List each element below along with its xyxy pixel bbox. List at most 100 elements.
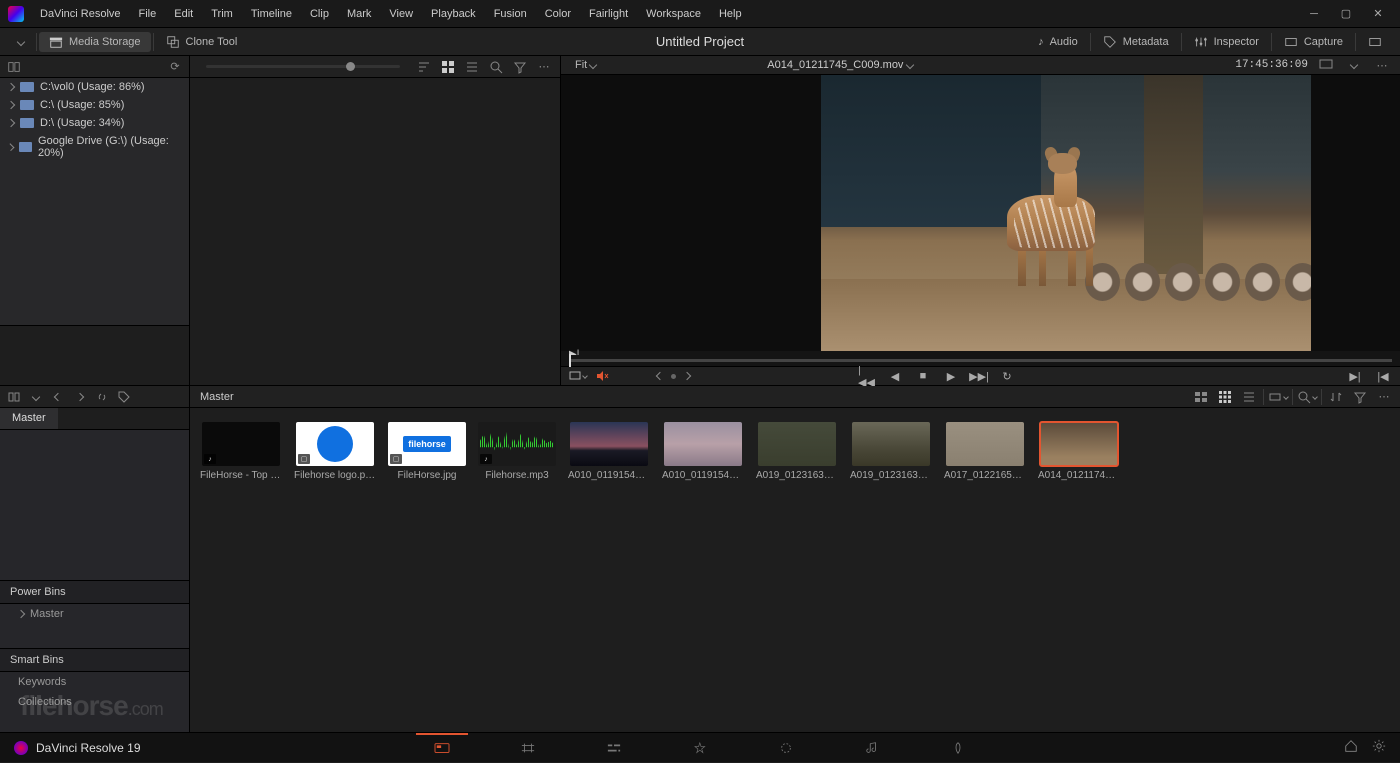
fairlight-page-tab[interactable] — [829, 733, 915, 763]
pool-aspect-button[interactable] — [1268, 388, 1288, 406]
fusion-page-tab[interactable] — [657, 733, 743, 763]
deliver-page-tab[interactable] — [915, 733, 1001, 763]
clip-0[interactable]: ♪FileHorse - Top 5 -... — [200, 422, 282, 481]
grid-view-button[interactable] — [438, 58, 458, 76]
titlebar: DaVinci ResolveFileEditTrimTimelineClipM… — [0, 0, 1400, 28]
menu-playback[interactable]: Playback — [423, 4, 484, 24]
menu-mark[interactable]: Mark — [339, 4, 379, 24]
home-button[interactable] — [1344, 739, 1358, 756]
clip-4[interactable]: A010_01191542_C... — [568, 422, 650, 481]
color-icon — [776, 741, 796, 755]
nav-back-button[interactable] — [48, 388, 68, 406]
cut-page-tab[interactable] — [485, 733, 571, 763]
clone-tool-button[interactable]: Clone Tool — [156, 32, 248, 52]
color-page-tab[interactable] — [743, 733, 829, 763]
clip-3[interactable]: ♪Filehorse.mp3 — [478, 422, 556, 481]
viewer-canvas[interactable] — [561, 75, 1400, 351]
pool-view1-button[interactable] — [1191, 388, 1211, 406]
clip-8[interactable]: A017_01221659_C... — [944, 422, 1026, 481]
clip-9[interactable]: A014_01211745_C... — [1038, 422, 1120, 481]
stop-button[interactable]: ■ — [914, 367, 932, 385]
menu-trim[interactable]: Trim — [203, 4, 241, 24]
panel-toggle-button[interactable] — [8, 36, 34, 48]
settings-button[interactable] — [1372, 739, 1386, 756]
menu-help[interactable]: Help — [711, 4, 750, 24]
media-page-tab[interactable] — [399, 733, 485, 763]
pool-search-button[interactable] — [1297, 388, 1317, 406]
clip-1[interactable]: ▢Filehorse logo.png — [294, 422, 376, 481]
viewer-clip-name[interactable]: A014_01211745_C009.mov — [767, 59, 913, 71]
clip-6[interactable]: A019_01231637_C... — [756, 422, 838, 481]
audio-panel-button[interactable]: ♪Audio — [1028, 33, 1088, 51]
go-first-button[interactable]: |◀◀ — [858, 367, 876, 385]
sort-button[interactable] — [414, 58, 434, 76]
menu-clip[interactable]: Clip — [302, 4, 337, 24]
tag-icon — [117, 390, 131, 404]
inspector-panel-button[interactable]: Inspector — [1184, 32, 1269, 52]
search-button[interactable] — [486, 58, 506, 76]
storage-drive-3[interactable]: Google Drive (G:\) (Usage: 20%) — [0, 132, 189, 162]
tab-master[interactable]: Master — [0, 408, 58, 429]
bin-dropdown[interactable] — [26, 388, 46, 406]
mark-in-button[interactable]: ▶| — [1346, 367, 1364, 385]
expand-button[interactable] — [1358, 32, 1392, 52]
storage-drive-2[interactable]: D:\ (Usage: 34%) — [0, 114, 189, 132]
menu-workspace[interactable]: Workspace — [638, 4, 709, 24]
jog-control[interactable] — [657, 373, 690, 379]
menu-fusion[interactable]: Fusion — [486, 4, 535, 24]
smart-bin-keywords[interactable]: Keywords — [0, 672, 189, 692]
tag-button[interactable] — [114, 388, 134, 406]
pool-list-button[interactable] — [1239, 388, 1259, 406]
mute-button[interactable] — [593, 367, 611, 385]
filter-button[interactable] — [510, 58, 530, 76]
clip-5[interactable]: A010_01191548_C... — [662, 422, 744, 481]
viewer-scrubber[interactable] — [561, 355, 1400, 366]
pool-grid-button[interactable] — [1215, 388, 1235, 406]
loop-button[interactable]: ↻ — [998, 367, 1016, 385]
mark-out-button[interactable]: |◀ — [1374, 367, 1392, 385]
minimize-button[interactable]: ─ — [1300, 4, 1328, 24]
pool-sort-button[interactable] — [1326, 388, 1346, 406]
metadata-panel-button[interactable]: Metadata — [1093, 32, 1179, 52]
step-back-button[interactable]: ◀ — [886, 367, 904, 385]
pool-options-button[interactable]: ⋯ — [1374, 388, 1394, 406]
menu-file[interactable]: File — [131, 4, 165, 24]
menu-davinci-resolve[interactable]: DaVinci Resolve — [32, 4, 129, 24]
viewer-timecode[interactable]: 17:45:36:09 — [1235, 59, 1308, 71]
playhead[interactable] — [569, 354, 571, 367]
storage-drive-1[interactable]: C:\ (Usage: 85%) — [0, 96, 189, 114]
edit-page-tab[interactable] — [571, 733, 657, 763]
viewer-mode-button[interactable] — [1316, 56, 1336, 74]
thumbnail-size-slider[interactable] — [206, 65, 400, 68]
clip-2[interactable]: ▢FileHorse.jpg — [388, 422, 466, 481]
clip-7[interactable]: A019_01231639_C... — [850, 422, 932, 481]
list-view-button[interactable] — [462, 58, 482, 76]
power-bin-master[interactable]: Master — [0, 604, 189, 624]
viewer-options-button[interactable]: ⋯ — [1372, 56, 1392, 74]
zoom-fit-dropdown[interactable]: Fit — [569, 58, 602, 72]
close-button[interactable]: ✕ — [1364, 4, 1392, 24]
pool-filter-button[interactable] — [1350, 388, 1370, 406]
match-frame-button[interactable] — [569, 367, 587, 385]
menu-timeline[interactable]: Timeline — [243, 4, 300, 24]
menu-fairlight[interactable]: Fairlight — [581, 4, 636, 24]
bin-layout-button[interactable] — [4, 388, 24, 406]
nav-fwd-button[interactable] — [70, 388, 90, 406]
capture-panel-button[interactable]: Capture — [1274, 32, 1353, 52]
refresh-button[interactable]: ⟳ — [165, 58, 185, 76]
maximize-button[interactable]: ▢ — [1332, 4, 1360, 24]
storage-drive-0[interactable]: C:\vol0 (Usage: 86%) — [0, 78, 189, 96]
menu-edit[interactable]: Edit — [166, 4, 201, 24]
smart-bin-collections[interactable]: Collections — [0, 692, 189, 712]
menu-color[interactable]: Color — [537, 4, 579, 24]
clip-thumbnail: ♪ — [202, 422, 280, 466]
viewer-dropdown[interactable] — [1344, 56, 1364, 74]
media-storage-button[interactable]: Media Storage — [39, 32, 151, 52]
layout-toggle-button[interactable] — [4, 58, 24, 76]
menu-view[interactable]: View — [381, 4, 421, 24]
new-bin-button[interactable] — [92, 388, 112, 406]
tag-icon — [1103, 35, 1117, 49]
go-last-button[interactable]: ▶▶| — [970, 367, 988, 385]
options-button[interactable]: ⋯ — [534, 58, 554, 76]
play-button[interactable]: ▶ — [942, 367, 960, 385]
